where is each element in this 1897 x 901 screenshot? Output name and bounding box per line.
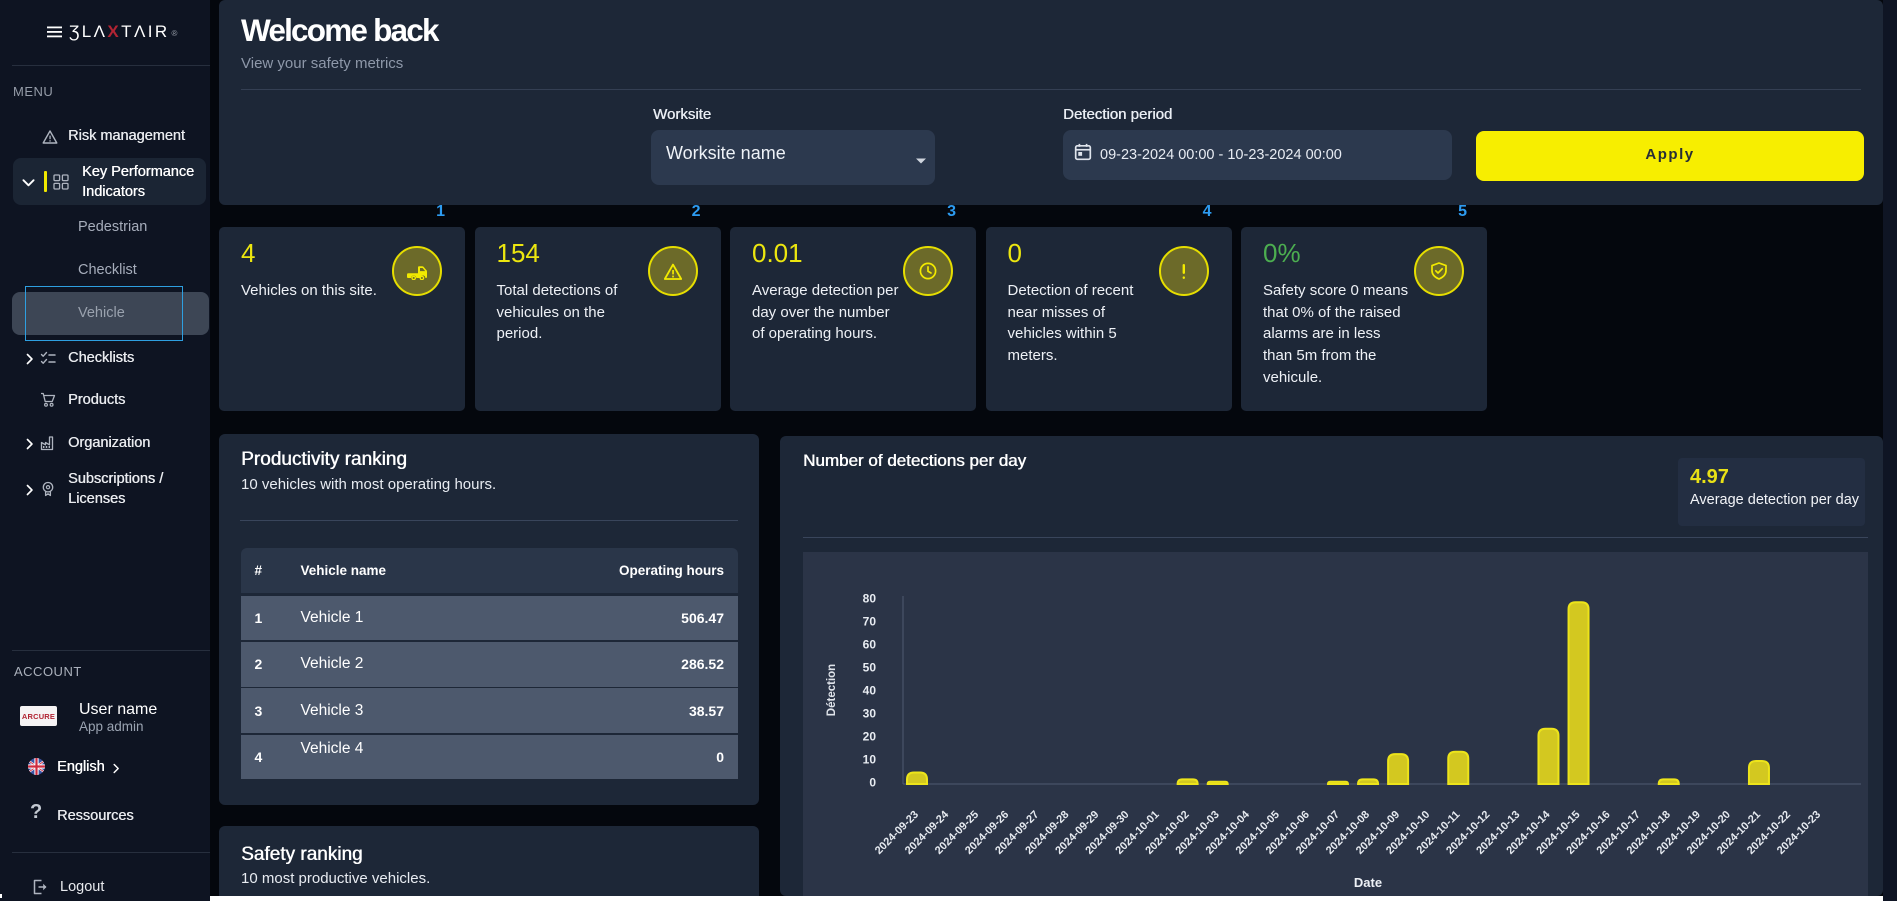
svg-text:40: 40 [863, 684, 877, 698]
svg-text:0: 0 [869, 776, 876, 790]
svg-text:Détection: Détection [826, 664, 838, 716]
svg-text:10: 10 [863, 753, 877, 767]
svg-text:20: 20 [863, 730, 877, 744]
svg-text:70: 70 [863, 615, 877, 629]
svg-text:30: 30 [863, 707, 877, 721]
svg-text:60: 60 [863, 638, 877, 652]
svg-text:50: 50 [863, 661, 877, 675]
svg-text:Date: Date [1354, 875, 1382, 890]
svg-text:80: 80 [863, 592, 877, 606]
